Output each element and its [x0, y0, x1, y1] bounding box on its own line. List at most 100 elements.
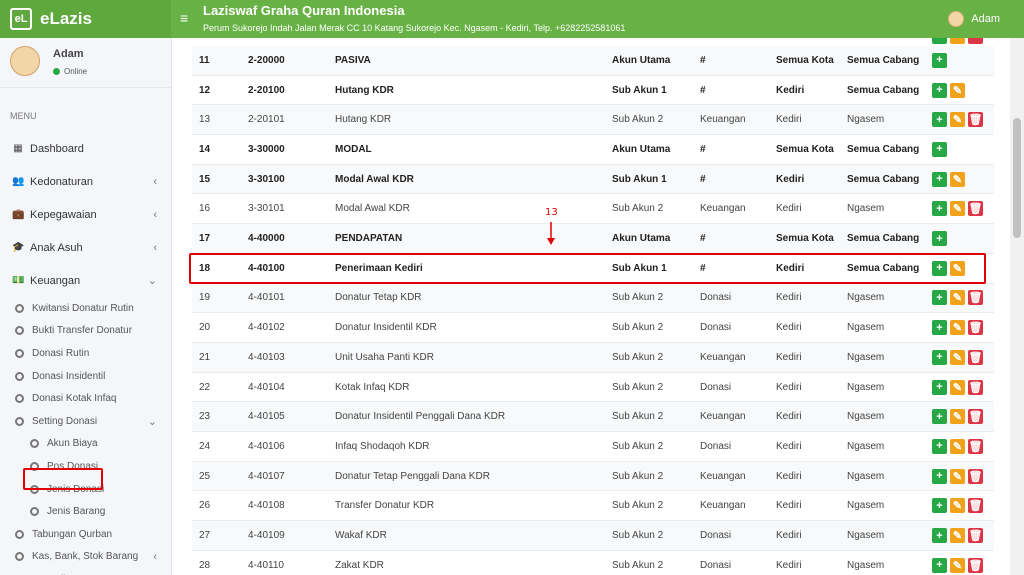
edit-button[interactable]: ✎ [950, 557, 965, 573]
sidebar-subitem-label: Kas, Bank, Stok Barang [32, 551, 139, 563]
account-city: Kediri [776, 500, 802, 512]
sidebar-item-dashboard[interactable]: ▦ Dashboard [0, 132, 171, 165]
annotation-number: 13 [545, 207, 558, 218]
delete-button[interactable]: 🗑 [968, 498, 983, 514]
add-button[interactable]: + [932, 231, 947, 247]
circle-icon [15, 552, 24, 562]
add-button[interactable]: + [932, 438, 947, 454]
edit-button[interactable]: ✎ [950, 498, 965, 514]
sidebar-item-kedonaturan[interactable]: 👥 Kedonaturan ‹ [0, 165, 171, 198]
account-branch: Semua Cabang [847, 143, 920, 155]
delete-button[interactable] [968, 38, 983, 44]
edit-button[interactable]: ✎ [950, 528, 965, 544]
edit-button[interactable]: ✎ [950, 379, 965, 395]
edit-button[interactable]: ✎ [950, 468, 965, 484]
sidebar-subitem-donasi-rutin[interactable]: Donasi Rutin [0, 342, 171, 365]
account-city: Semua Kota [776, 54, 834, 66]
account-city: Kediri [776, 530, 802, 542]
circle-icon [15, 416, 24, 426]
row-number: 13 [199, 114, 211, 126]
account-code: 3-30100 [248, 173, 285, 185]
account-city: Kediri [776, 173, 805, 185]
scrollbar-thumb[interactable] [1013, 118, 1021, 238]
add-button[interactable]: + [932, 112, 947, 128]
sidebar-item-label: Dashboard [30, 142, 84, 155]
sidebar-subitem-pengajian[interactable]: Pengajian [0, 568, 171, 575]
row-number: 16 [199, 203, 211, 215]
delete-button[interactable]: 🗑 [968, 320, 983, 336]
sidebar-item-kepegawaian[interactable]: 💼 Kepegawaian ‹ [0, 198, 171, 231]
menu-toggle-icon[interactable]: ≡ [180, 10, 188, 26]
edit-button[interactable]: ✎ [950, 171, 965, 187]
add-button[interactable]: + [932, 528, 947, 544]
sidebar-subitem-jenis-barang[interactable]: Jenis Barang [0, 500, 171, 523]
account-name: PASIVA [335, 54, 371, 66]
account-category: Donasi [700, 292, 732, 304]
delete-button[interactable]: 🗑 [968, 409, 983, 425]
row-actions: + ✎ 🗑 [932, 320, 983, 336]
sidebar-subitem-kwitansi-donatur-rutin[interactable]: Kwitansi Donatur Rutin [0, 297, 171, 320]
delete-button[interactable]: 🗑 [968, 528, 983, 544]
sidebar-subitem-tabungan-qurban[interactable]: Tabungan Qurban [0, 523, 171, 546]
delete-button[interactable]: 🗑 [968, 438, 983, 454]
add-button[interactable]: + [932, 409, 947, 425]
account-type: Sub Akun 2 [612, 114, 664, 126]
add-button[interactable]: + [932, 379, 947, 395]
account-name: Donatur Insidentil KDR [335, 322, 437, 334]
add-button[interactable]: + [932, 498, 947, 514]
sidebar-subitem-bukti-transfer-donatur[interactable]: Bukti Transfer Donatur [0, 320, 171, 343]
edit-button[interactable]: ✎ [950, 201, 965, 217]
sidebar-subitem-setting-donasi[interactable]: Setting Donasi ⌄ [0, 410, 171, 433]
delete-button[interactable]: 🗑 [968, 112, 983, 128]
table-row: 24 4-40106 Infaq Shodaqoh KDR Sub Akun 2 Don… [192, 432, 994, 462]
add-button[interactable]: + [932, 171, 947, 187]
sidebar-user-name[interactable]: Adam [53, 48, 84, 60]
brand[interactable]: eL eLazis [0, 0, 171, 38]
edit-button[interactable]: ✎ [950, 320, 965, 336]
edit-button[interactable]: ✎ [950, 290, 965, 306]
account-city: Kediri [776, 203, 802, 215]
scrollbar[interactable] [1010, 38, 1024, 575]
sidebar-subitem-donasi-insidentil[interactable]: Donasi Insidentil [0, 365, 171, 388]
add-button[interactable]: + [932, 141, 947, 157]
sidebar-item-keuangan[interactable]: 💵 Keuangan ⌄ [0, 264, 171, 297]
delete-button[interactable]: 🗑 [968, 201, 983, 217]
user-menu[interactable]: Adam [948, 11, 1000, 27]
account-name: Donatur Insidentil Penggali Dana KDR [335, 411, 506, 423]
account-branch: Ngasem [847, 470, 885, 482]
sidebar-subitem-label: Akun Biaya [47, 438, 98, 450]
delete-button[interactable]: 🗑 [968, 349, 983, 365]
edit-button[interactable]: ✎ [950, 409, 965, 425]
account-name: PENDAPATAN [335, 233, 403, 245]
edit-button[interactable] [950, 38, 965, 44]
add-button[interactable]: + [932, 468, 947, 484]
add-button[interactable]: + [932, 320, 947, 336]
add-button[interactable]: + [932, 52, 947, 68]
edit-button[interactable]: ✎ [950, 349, 965, 365]
edit-button[interactable]: ✎ [950, 82, 965, 98]
add-button[interactable]: + [932, 201, 947, 217]
add-button[interactable]: + [932, 82, 947, 98]
account-type: Sub Akun 2 [612, 440, 664, 452]
edit-button[interactable]: ✎ [950, 112, 965, 128]
sidebar-subitem-donasi-kotak-infaq[interactable]: Donasi Kotak Infaq [0, 387, 171, 410]
add-button[interactable]: + [932, 290, 947, 306]
account-type: Sub Akun 1 [612, 173, 667, 185]
delete-button[interactable]: 🗑 [968, 290, 983, 306]
sidebar-item-anak-asuh[interactable]: 🎓 Anak Asuh ‹ [0, 231, 171, 264]
delete-button[interactable]: 🗑 [968, 379, 983, 395]
sidebar-subitem-akun-biaya[interactable]: Akun Biaya [0, 433, 171, 456]
delete-button[interactable]: 🗑 [968, 468, 983, 484]
account-code: 4-40108 [248, 500, 285, 512]
delete-button[interactable]: 🗑 [968, 557, 983, 573]
sidebar-subitem-kas-bank-stok-barang[interactable]: Kas, Bank, Stok Barang ‹ [0, 546, 171, 569]
add-button[interactable]: + [932, 349, 947, 365]
row-actions: + ✎ 🗑 [932, 290, 983, 306]
top-navbar: eL eLazis ≡ Laziswaf Graha Quran Indones… [0, 0, 1024, 38]
sidebar-subitem-label: Bukti Transfer Donatur [32, 325, 133, 337]
sidebar-item-label: Kepegawaian [30, 208, 97, 221]
add-button[interactable]: + [932, 557, 947, 573]
add-button[interactable] [932, 38, 947, 44]
account-branch: Ngasem [847, 351, 885, 363]
edit-button[interactable]: ✎ [950, 438, 965, 454]
